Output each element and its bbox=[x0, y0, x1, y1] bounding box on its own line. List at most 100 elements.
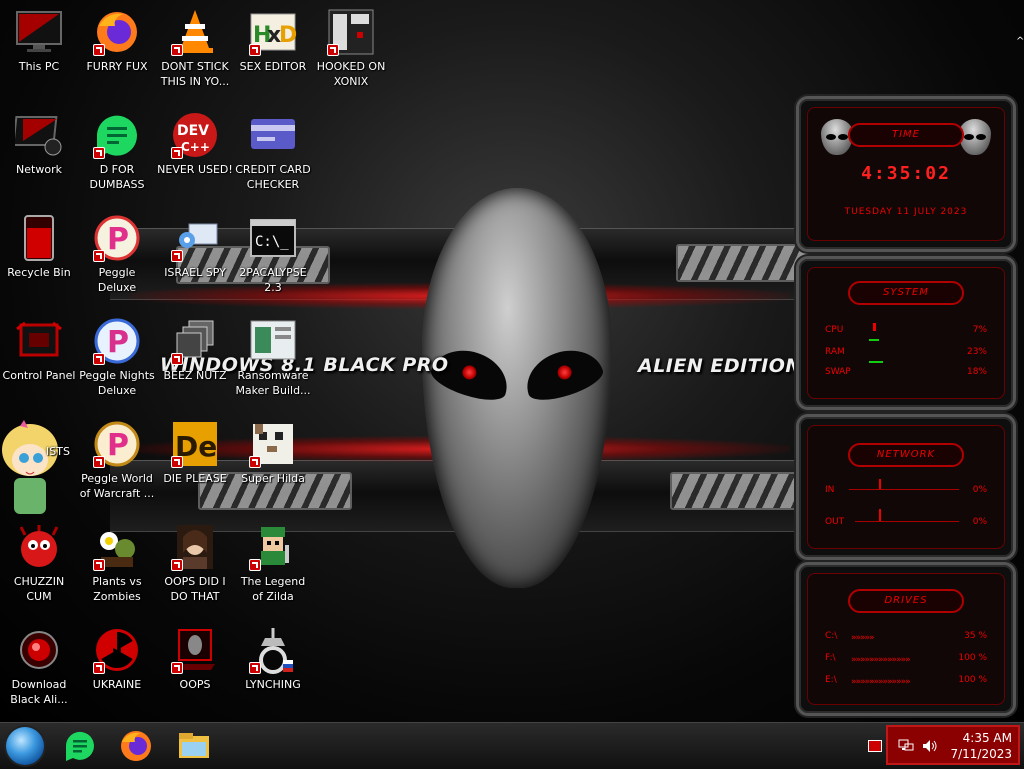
desktop-icon-ransomware-maker[interactable]: Ransomware Maker Build... bbox=[234, 317, 312, 398]
notes-app-icon bbox=[65, 731, 94, 761]
stack-windows-icon bbox=[171, 317, 219, 365]
icon-label: Download Black Ali... bbox=[10, 678, 68, 706]
desktop-icon-sex-editor[interactable]: HxD SEX EDITOR bbox=[234, 8, 312, 74]
desktop-icon-control-panel[interactable]: Control Panel bbox=[0, 317, 78, 383]
tray-overflow-icon[interactable] bbox=[868, 740, 882, 752]
icon-label: HOOKED ON XONIX bbox=[316, 60, 386, 88]
icon-label: OOPS bbox=[179, 678, 211, 691]
desktop-icon-download-black-alien[interactable]: Download Black Ali... bbox=[0, 626, 78, 707]
network-in-spike bbox=[879, 479, 881, 489]
desktop-icon-peggle-deluxe[interactable]: P Peggle Deluxe bbox=[78, 214, 156, 295]
hxd-editor-icon: HxD bbox=[249, 8, 297, 56]
de-app-icon: De bbox=[171, 420, 219, 468]
network-out-graph bbox=[855, 521, 959, 522]
icon-label: 2PACALYPSE 2.3 bbox=[239, 266, 307, 294]
ransomware-builder-icon bbox=[249, 317, 297, 365]
desktop-icon-furry-fux[interactable]: FURRY FUX bbox=[78, 8, 156, 74]
desktop-icon-recycle-bin[interactable]: Recycle Bin bbox=[0, 214, 78, 280]
taskbar-notes-app[interactable] bbox=[62, 728, 98, 764]
drive-row-e: E:\ »»»»»»»»»»»»» 100 % bbox=[825, 675, 987, 687]
volume-icon[interactable] bbox=[922, 739, 938, 753]
xonix-game-icon bbox=[327, 8, 375, 56]
widget-date: TUESDAY 11 JULY 2023 bbox=[844, 207, 968, 217]
shortcut-arrow-icon bbox=[93, 44, 105, 56]
desktop-icon-plants-vs-zombies[interactable]: Plants vs Zombies bbox=[78, 523, 156, 604]
desktop-icon-legend-of-zilda[interactable]: The Legend of Zilda bbox=[234, 523, 312, 604]
desktop-icon-beez-nutz[interactable]: BEEZ NUTZ bbox=[156, 317, 234, 383]
firefox-icon bbox=[93, 8, 141, 56]
desktop-icon-super-hilda[interactable]: Super Hilda bbox=[234, 420, 312, 486]
desktop-icon-2pacalypse[interactable]: C:\_ 2PACALYPSE 2.3 bbox=[234, 214, 312, 295]
start-button[interactable] bbox=[6, 727, 44, 765]
firefox-icon bbox=[121, 731, 151, 761]
desktop-icon-israel-spy[interactable]: ISRAEL SPY bbox=[156, 214, 234, 280]
control-panel-icon bbox=[15, 317, 63, 365]
desktop-icon-this-pc[interactable]: This PC bbox=[0, 8, 78, 74]
drive-row-c: C:\ »»»»» 35 % bbox=[825, 631, 987, 643]
shortcut-arrow-icon bbox=[93, 250, 105, 262]
icon-label: Control Panel bbox=[2, 369, 76, 382]
cartoon-character-icon bbox=[0, 420, 64, 520]
red-orb-icon bbox=[15, 626, 63, 674]
widget-clock: 4:35:02 bbox=[861, 163, 951, 184]
svg-text:DEV: DEV bbox=[177, 123, 209, 139]
network-in-graph bbox=[849, 489, 959, 490]
desktop-icon-oops[interactable]: OOPS bbox=[156, 626, 234, 692]
icon-label: CHUZZIN CUM bbox=[13, 575, 65, 603]
network-icon bbox=[12, 111, 63, 159]
icon-label: BEEZ NUTZ bbox=[163, 369, 227, 382]
svg-text:P: P bbox=[107, 222, 129, 257]
network-row-label: IN bbox=[825, 485, 835, 495]
desktop-icon-ists[interactable]: ISTS bbox=[0, 420, 78, 523]
network-status-icon[interactable] bbox=[898, 739, 914, 753]
system-row-value: 7% bbox=[972, 325, 987, 335]
desktop-icon-d-for-dumbass[interactable]: D FOR DUMBASS bbox=[78, 111, 156, 192]
portrait-icon bbox=[171, 523, 219, 571]
desktop-icon-peggle-wow[interactable]: P Peggle World of Warcraft ... bbox=[78, 420, 156, 501]
terminal-icon: C:\_ bbox=[249, 214, 297, 262]
shortcut-arrow-icon bbox=[171, 456, 183, 468]
shortcut-arrow-icon bbox=[93, 456, 105, 468]
shortcut-arrow-icon bbox=[171, 147, 183, 159]
ram-bar bbox=[869, 339, 879, 341]
network-widget: NETWORK IN 0% OUT 0% bbox=[796, 414, 1016, 560]
network-row-value: 0% bbox=[972, 485, 987, 495]
icon-label: OOPS DID I DO THAT bbox=[164, 575, 226, 603]
system-row-value: 23% bbox=[966, 347, 987, 357]
desktop-icon-peggle-nights[interactable]: P Peggle Nights Deluxe bbox=[78, 317, 156, 398]
time-widget-title: TIME bbox=[848, 123, 964, 147]
network-row-in: IN 0% bbox=[825, 479, 987, 495]
taskbar-firefox[interactable] bbox=[118, 728, 154, 764]
shortcut-arrow-icon bbox=[171, 353, 183, 365]
taskbar-clock-date: 7/11/2023 bbox=[950, 747, 1012, 761]
taskbar: 4:35 AM 7/11/2023 bbox=[0, 722, 1024, 769]
shortcut-arrow-icon bbox=[93, 353, 105, 365]
desktop-icon-credit-card-checker[interactable]: CREDIT CARD CHECKER bbox=[234, 111, 312, 192]
spy-tool-icon bbox=[171, 214, 219, 262]
taskbar-clock[interactable]: 4:35 AM 7/11/2023 bbox=[950, 730, 1012, 762]
file-explorer-icon bbox=[179, 733, 209, 758]
radiation-icon bbox=[93, 626, 141, 674]
desktop-icon-dont-stick[interactable]: DONT STICK THIS IN YO... bbox=[156, 8, 234, 89]
icon-label: LYNCHING bbox=[245, 678, 301, 691]
taskbar-clock-time: 4:35 AM bbox=[962, 731, 1012, 745]
desktop-icon-hooked-on-xonix[interactable]: HOOKED ON XONIX bbox=[312, 8, 390, 89]
icon-label: DIE PLEASE bbox=[163, 472, 227, 485]
peggle-wow-icon: P bbox=[93, 420, 141, 468]
network-row-out: OUT 0% bbox=[825, 509, 987, 527]
desktop-icon-network[interactable]: Network bbox=[0, 111, 78, 177]
desktop-icon-never-used[interactable]: DEV C++ NEVER USED! bbox=[156, 111, 234, 177]
plants-vs-zombies-icon bbox=[93, 523, 141, 571]
this-pc-icon bbox=[15, 8, 63, 56]
icon-label: Recycle Bin bbox=[7, 266, 71, 279]
taskbar-file-explorer[interactable] bbox=[176, 728, 212, 764]
desktop-icon-chuzzin-cum[interactable]: CHUZZIN CUM bbox=[0, 523, 78, 604]
desktop-icon-die-please[interactable]: De DIE PLEASE bbox=[156, 420, 234, 486]
shortcut-arrow-icon bbox=[93, 662, 105, 674]
recycle-bin-icon bbox=[15, 214, 63, 262]
desktop-icon-ukraine[interactable]: UKRAINE bbox=[78, 626, 156, 692]
drive-usage-bar: »»»»»»»»»»»»» bbox=[851, 677, 911, 687]
desktop-icon-oops-did-i-do-that[interactable]: OOPS DID I DO THAT bbox=[156, 523, 234, 604]
credit-card-icon bbox=[249, 111, 297, 159]
desktop-icon-lynching[interactable]: LYNCHING bbox=[234, 626, 312, 692]
